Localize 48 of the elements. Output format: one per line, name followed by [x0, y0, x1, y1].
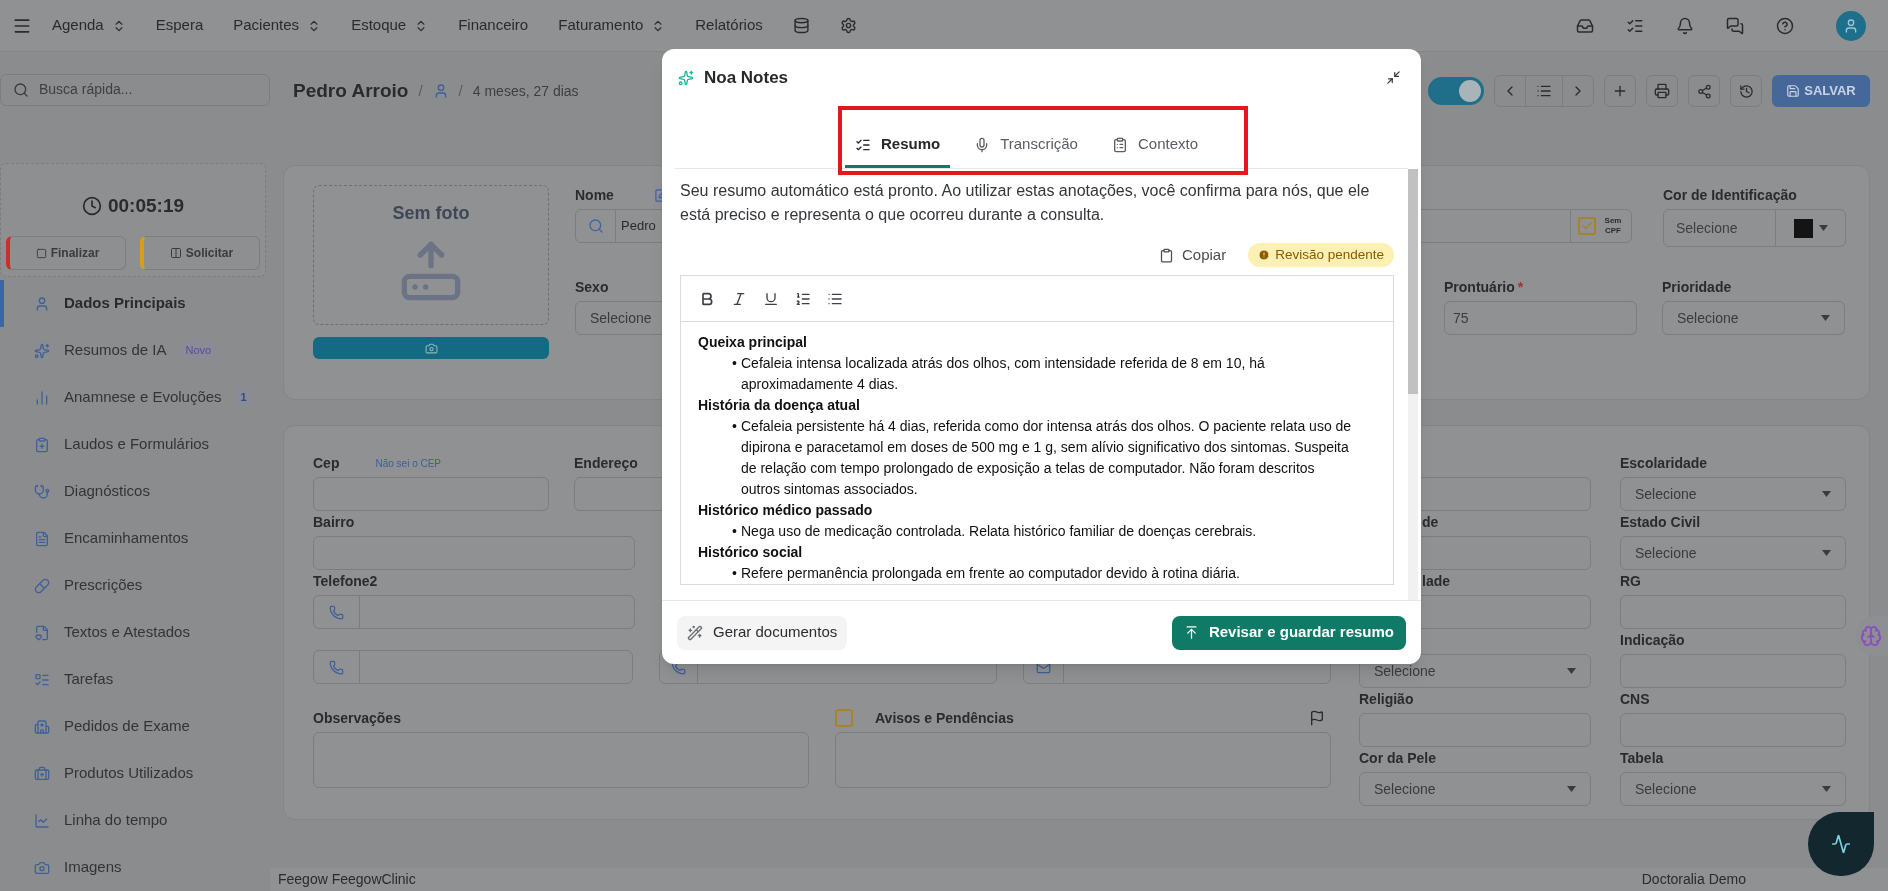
field-label: RG [1620, 573, 1641, 589]
field-label: Bairro [313, 514, 355, 530]
summary-text: Refere permanência prolongada em frente ao computador devido à rotina diária. [741, 564, 1241, 583]
footer-text: Doctoralia Demo [1641, 870, 1746, 889]
field-label: CNS [1620, 691, 1650, 707]
breadcrumb-separator: / [418, 80, 423, 101]
field-label: lade [1422, 573, 1450, 589]
field-label: Indicação [1620, 632, 1685, 648]
section-heading: Histórico social [698, 543, 804, 562]
bullet: • [732, 564, 738, 583]
section-heading: Queixa principal [698, 333, 808, 352]
checkbox-label: Sem CPF [1603, 216, 1623, 236]
bullet: • [732, 522, 738, 541]
field-label: Telefone2 [313, 573, 378, 589]
field-label: Tabela [1620, 750, 1664, 766]
field-label: Estado Civil [1620, 514, 1701, 530]
photo-caption: Sem foto [392, 202, 470, 225]
field-label: Nome [575, 185, 614, 205]
field-label: Sexo [575, 279, 609, 295]
summary-text: Cefaleia intensa localizada atrás dos olhos, com intensidade referida de 8 em 10, há aproximadamente 4 dias. [741, 354, 1266, 394]
status-badge: Revisão pendente [1248, 243, 1394, 267]
timer-text: 00:05:19 [107, 193, 185, 218]
field-label: Prioridade [1662, 279, 1732, 295]
field-label: Prontuário [1444, 278, 1515, 297]
bullet: • [732, 417, 738, 436]
intro-text: Seu resumo automático está pronto. Ao utilizar estas anotações, você confirma para nós, que ele está preciso e representa o que ocorreu durante a consulta. [680, 181, 1371, 225]
checkbox-label: Avisos e Pendências [875, 708, 1014, 728]
field-label: Cep [313, 453, 340, 473]
field-label: Cor de Identificação [1663, 187, 1797, 203]
section-heading: Histórico médico passado [698, 501, 874, 520]
sidebar-badge: Novo [180, 341, 217, 360]
footer-text: Feegow FeegowClinic [278, 870, 416, 889]
modal-title: Noa Notes [704, 66, 789, 89]
patient-name: Pedro Arroio [293, 78, 409, 103]
field-label: de [1422, 514, 1439, 530]
field-label: Cor da Pele [1359, 750, 1437, 766]
field-label: Escolaridade [1620, 455, 1708, 471]
section-heading: História da doença atual [698, 396, 861, 415]
required-mark: * [1517, 278, 1524, 297]
field-label: Religião [1359, 691, 1414, 707]
field-label: Observações [313, 710, 401, 726]
summary-text: Nega uso de medicação controlada. Relata histórico familiar de doenças cerebrais. [741, 522, 1258, 541]
sidebar-badge: 1 [235, 388, 252, 407]
patient-age: 4 meses, 27 dias [472, 81, 579, 101]
bullet: • [732, 354, 738, 373]
field-label: Endereço [574, 455, 638, 471]
breadcrumb-separator: / [458, 80, 463, 101]
summary-text: Cefaleia persistente há 4 dias, referida como dor intensa atrás dos olhos. O paciente relata uso de dipirona e paracetamol em doses de 500 mg e 1 g, sem alívio significativo dos sintomas. Suspeita de relação com tempo prolongado de exposição a telas de computador. Não foram descritos outros sintomas associados. [741, 417, 1353, 499]
